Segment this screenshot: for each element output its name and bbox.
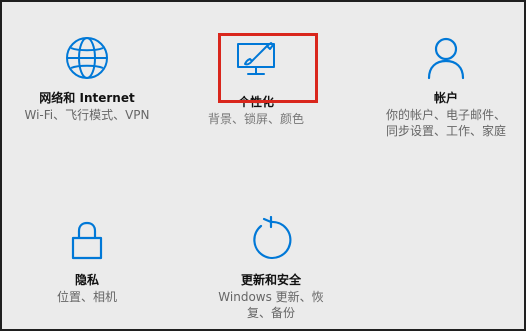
update-security-tile[interactable]: 更新和安全 Windows 更新、恢 复、备份 bbox=[196, 216, 346, 321]
paintbrush-monitor-icon bbox=[237, 42, 275, 75]
accounts-subtitle-line2: 同步设置、工作、家庭 bbox=[385, 124, 506, 138]
accounts-title: 帐户 bbox=[433, 91, 458, 105]
accounts-tile[interactable]: 帐户 你的帐户、电子邮件、 同步设置、工作、家庭 bbox=[371, 34, 521, 139]
privacy-title: 隐私 bbox=[74, 273, 99, 287]
refresh-icon bbox=[253, 216, 292, 259]
privacy-tile[interactable]: 隐私 位置、相机 bbox=[12, 216, 162, 305]
lock-icon bbox=[71, 221, 103, 260]
settings-window: 网络和 Internet Wi-Fi、飞行模式、VPN 个性化 背景、锁屏、颜色… bbox=[0, 0, 526, 331]
network-internet-subtitle: Wi-Fi、飞行模式、VPN bbox=[24, 108, 150, 122]
personalization-tile[interactable]: 个性化 背景、锁屏、颜色 bbox=[181, 34, 331, 127]
network-internet-title: 网络和 Internet bbox=[39, 91, 135, 105]
update-security-title: 更新和安全 bbox=[240, 273, 301, 287]
accounts-subtitle-line1: 你的帐户、电子邮件、 bbox=[385, 108, 506, 122]
personalization-title: 个性化 bbox=[237, 95, 274, 109]
network-internet-tile[interactable]: 网络和 Internet Wi-Fi、飞行模式、VPN bbox=[12, 34, 162, 123]
person-icon bbox=[427, 37, 465, 80]
privacy-subtitle: 位置、相机 bbox=[56, 290, 117, 304]
globe-icon bbox=[66, 37, 108, 79]
personalization-subtitle: 背景、锁屏、颜色 bbox=[207, 112, 304, 126]
update-security-subtitle-line2: 复、备份 bbox=[246, 306, 295, 320]
update-security-subtitle-line1: Windows 更新、恢 bbox=[218, 290, 324, 304]
